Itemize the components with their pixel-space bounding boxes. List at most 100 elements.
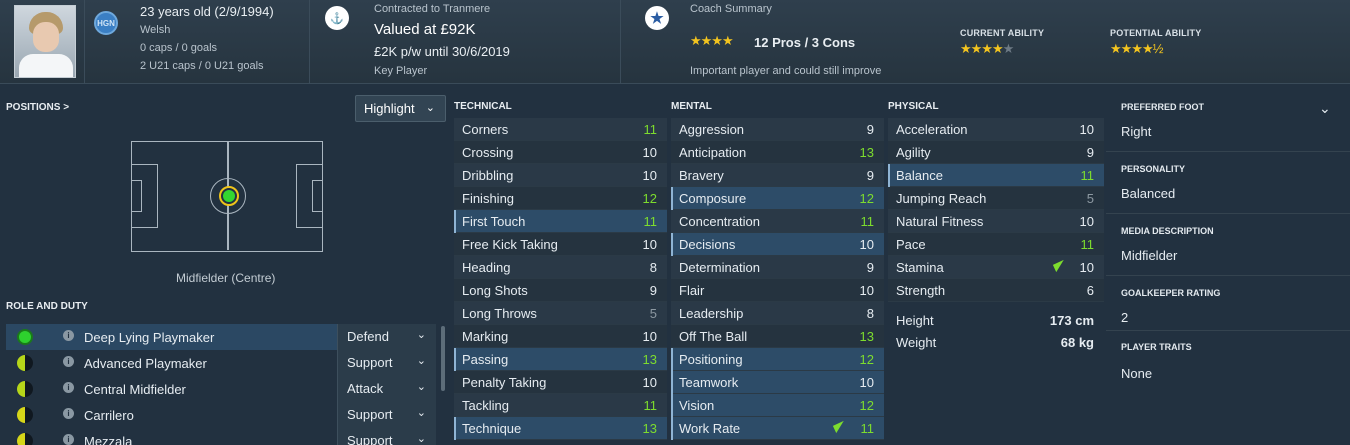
attribute-value: 12 [859, 352, 874, 367]
attribute-row[interactable]: Leadership 8 [671, 302, 884, 325]
player-value: Valued at £92K [374, 21, 476, 38]
attribute-name: Passing [462, 352, 509, 367]
info-icon[interactable]: i [63, 356, 74, 367]
attribute-name: Free Kick Taking [462, 237, 558, 252]
attribute-row[interactable]: Vision 12 [671, 394, 884, 417]
attribute-name: Stamina [896, 260, 944, 275]
attribute-value: 8 [649, 260, 657, 275]
attribute-name: Heading [462, 260, 511, 275]
role-row[interactable]: i Mezzala Support ⌄ [6, 428, 436, 445]
contract-label[interactable]: Contracted to Tranmere [374, 3, 490, 15]
attribute-row[interactable]: Acceleration 10 [888, 118, 1104, 141]
player-nationality[interactable]: Welsh [140, 24, 170, 36]
attribute-name: Agility [896, 145, 931, 160]
info-icon[interactable]: i [63, 408, 74, 419]
role-list-scrollbar[interactable] [441, 326, 445, 391]
position-marker-mc[interactable] [219, 186, 239, 206]
attribute-row[interactable]: Long Shots 9 [454, 279, 667, 302]
attribute-row[interactable]: Decisions 10 [671, 233, 884, 256]
media-description-section: MEDIA DESCRIPTION Midfielder [1106, 214, 1350, 276]
player-traits-label: PLAYER TRAITS [1121, 342, 1192, 352]
club-badge-icon[interactable]: HGN [94, 11, 118, 35]
attribute-row[interactable]: Stamina 10 [888, 256, 1104, 279]
attribute-value: 10 [642, 375, 657, 390]
attribute-value: 10 [1079, 214, 1094, 229]
attribute-row[interactable]: Jumping Reach 5 [888, 187, 1104, 210]
role-row[interactable]: i Deep Lying Playmaker Defend ⌄ [6, 324, 436, 350]
attribute-row[interactable]: Off The Ball 13 [671, 325, 884, 348]
attribute-row[interactable]: Pace 11 [888, 233, 1104, 256]
info-icon[interactable]: i [63, 434, 74, 445]
attribute-row[interactable]: Corners 11 [454, 118, 667, 141]
attribute-name: Leadership [679, 306, 744, 321]
attribute-row[interactable]: Anticipation 13 [671, 141, 884, 164]
attribute-row[interactable]: Agility 9 [888, 141, 1104, 164]
role-suitability-icon [17, 329, 33, 345]
attribute-value: 13 [859, 145, 874, 160]
role-row[interactable]: i Advanced Playmaker Support ⌄ [6, 350, 436, 376]
player-caps: 0 caps / 0 goals [140, 42, 218, 54]
attribute-row[interactable]: Technique 13 [454, 417, 667, 440]
media-description-label: MEDIA DESCRIPTION [1121, 226, 1214, 236]
attribute-value: 10 [1079, 122, 1094, 137]
attribute-name: Jumping Reach [896, 191, 987, 206]
attribute-row[interactable]: Positioning 12 [671, 348, 884, 371]
attribute-name: Natural Fitness [896, 214, 984, 229]
attribute-row[interactable]: First Touch 11 [454, 210, 667, 233]
mental-attributes: Aggression 9 Anticipation 13 Bravery 9 Composu… [671, 118, 884, 440]
attribute-row[interactable]: Composure 12 [671, 187, 884, 210]
attribute-row[interactable]: Penalty Taking 10 [454, 371, 667, 394]
attribute-row[interactable]: Determination 9 [671, 256, 884, 279]
attribute-name: Off The Ball [679, 329, 748, 344]
info-icon[interactable]: i [63, 382, 74, 393]
collapse-chevron-icon[interactable]: ⌄ [1319, 100, 1331, 117]
coach-pros-cons[interactable]: 12 Pros / 3 Cons [754, 35, 855, 50]
player-header: HGN 23 years old (2/9/1994) Welsh 0 caps… [0, 0, 1350, 84]
attribute-row[interactable]: Passing 13 [454, 348, 667, 371]
attribute-row[interactable]: Finishing 12 [454, 187, 667, 210]
coach-stars: ★★★★ [690, 33, 734, 48]
physical-attributes: Acceleration 10 Agility 9 Balance 11 Jumping R… [888, 118, 1104, 302]
attribute-row[interactable]: Work Rate 11 [671, 417, 884, 440]
duty-dropdown[interactable]: Attack ⌄ [337, 376, 436, 402]
duty-dropdown[interactable]: Support ⌄ [337, 428, 436, 445]
attribute-row[interactable]: Teamwork 10 [671, 371, 884, 394]
attribute-value: 13 [859, 329, 874, 344]
attribute-value: 11 [1080, 237, 1095, 252]
attribute-name: Long Shots [462, 283, 528, 298]
weight-row: Weight 68 kg [888, 332, 1104, 354]
duty-dropdown[interactable]: Support ⌄ [337, 350, 436, 376]
attribute-value: 10 [859, 283, 874, 298]
attribute-row[interactable]: Balance 11 [888, 164, 1104, 187]
duty-dropdown[interactable]: Defend ⌄ [337, 324, 436, 350]
duty-dropdown[interactable]: Support ⌄ [337, 402, 436, 428]
attribute-name: Bravery [679, 168, 724, 183]
player-photo [14, 5, 76, 78]
chevron-down-icon: ⌄ [416, 407, 426, 419]
info-icon[interactable]: i [63, 330, 74, 341]
attribute-row[interactable]: Long Throws 5 [454, 302, 667, 325]
attribute-row[interactable]: Aggression 9 [671, 118, 884, 141]
attribute-row[interactable]: Flair 10 [671, 279, 884, 302]
player-info-panel: PREFERRED FOOT ⌄ Right PERSONALITY Balan… [1106, 95, 1350, 445]
attribute-row[interactable]: Tackling 11 [454, 394, 667, 417]
attribute-row[interactable]: Free Kick Taking 10 [454, 233, 667, 256]
tranmere-crest-icon[interactable]: ⚓ [325, 6, 349, 30]
attribute-row[interactable]: Natural Fitness 10 [888, 210, 1104, 233]
attribute-row[interactable]: Crossing 10 [454, 141, 667, 164]
attribute-row[interactable]: Concentration 11 [671, 210, 884, 233]
attribute-name: Aggression [679, 122, 745, 137]
role-row[interactable]: i Central Midfielder Attack ⌄ [6, 376, 436, 402]
attribute-row[interactable]: Strength 6 [888, 279, 1104, 302]
attribute-row[interactable]: Marking 10 [454, 325, 667, 348]
pitch-diagram [131, 141, 323, 252]
mental-header: MENTAL [671, 101, 712, 112]
attribute-name: Concentration [679, 214, 760, 229]
attribute-row[interactable]: Dribbling 10 [454, 164, 667, 187]
positions-header[interactable]: POSITIONS > [6, 102, 69, 113]
role-row[interactable]: i Carrilero Support ⌄ [6, 402, 436, 428]
attribute-name: Pace [896, 237, 926, 252]
attribute-row[interactable]: Heading 8 [454, 256, 667, 279]
attribute-row[interactable]: Bravery 9 [671, 164, 884, 187]
highlight-dropdown[interactable]: Highlight ⌄ [355, 95, 446, 122]
